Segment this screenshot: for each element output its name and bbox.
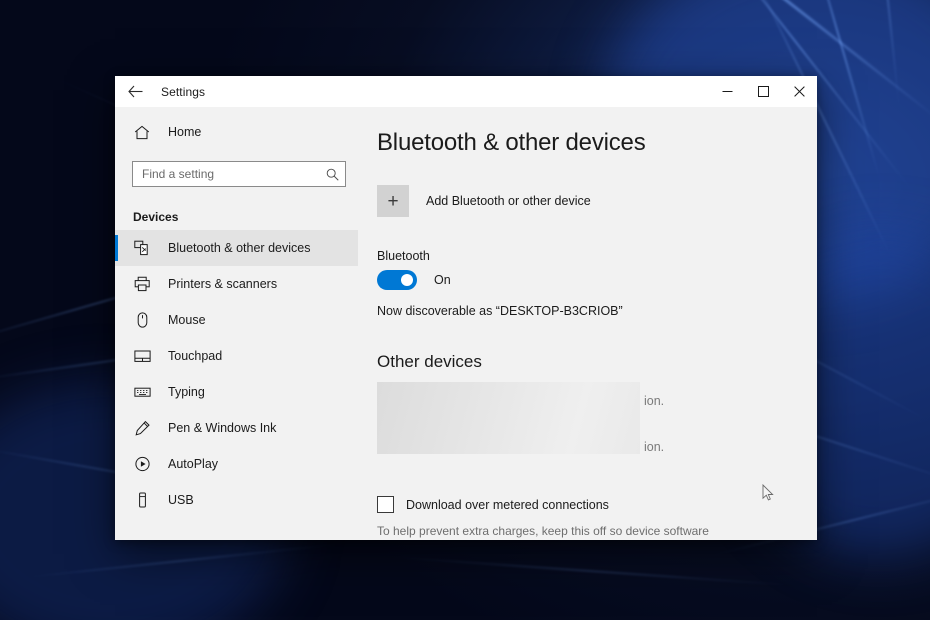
search-box[interactable] — [132, 161, 346, 187]
window-titlebar: Settings — [115, 76, 817, 107]
keyboard-icon — [133, 383, 151, 401]
sidebar: Home Devices — [115, 107, 358, 540]
sidebar-item-label: Bluetooth & other devices — [168, 241, 311, 255]
minimize-button[interactable] — [709, 76, 745, 107]
home-icon — [133, 123, 151, 141]
minimize-icon — [722, 91, 732, 92]
sidebar-item-bluetooth-other-devices[interactable]: Bluetooth & other devices — [115, 230, 358, 266]
autoplay-icon — [133, 455, 151, 473]
bluetooth-toggle-row: On — [377, 270, 817, 290]
toggle-knob — [401, 274, 413, 286]
other-devices-heading: Other devices — [377, 352, 482, 371]
home-label: Home — [168, 125, 202, 139]
maximize-button[interactable] — [745, 76, 781, 107]
bluetooth-devices-icon — [133, 239, 151, 257]
sidebar-item-label: USB — [168, 493, 194, 507]
search-input[interactable] — [142, 167, 326, 181]
device-text-fragment: ion. — [644, 394, 665, 408]
mouse-icon — [133, 311, 151, 329]
sidebar-item-mouse[interactable]: Mouse — [115, 302, 358, 338]
bluetooth-toggle-state: On — [434, 273, 451, 287]
metered-help-text: To help prevent extra charges, keep this… — [377, 524, 709, 538]
metered-checkbox-row[interactable]: Download over metered connections — [377, 496, 817, 513]
sidebar-item-usb[interactable]: USB — [115, 482, 358, 518]
redaction-overlay — [377, 382, 640, 454]
other-devices-list: ion. ion. — [377, 382, 817, 468]
bluetooth-group-label: Bluetooth — [377, 249, 430, 263]
device-text-fragment: ion. — [644, 440, 665, 454]
search-icon — [326, 168, 339, 181]
settings-window: Settings Home Find a setting Devices Blu… — [115, 76, 817, 540]
maximize-icon — [757, 86, 769, 97]
discoverable-text: Now discoverable as “DESKTOP-B3CRIOB” — [377, 304, 623, 318]
sidebar-item-label: AutoPlay — [168, 457, 219, 471]
pen-icon — [133, 419, 151, 437]
sidebar-section-title: Devices — [133, 210, 179, 224]
usb-icon — [133, 491, 151, 509]
sidebar-item-typing[interactable]: Typing — [115, 374, 358, 410]
sidebar-item-label: Typing — [168, 385, 205, 399]
sidebar-item-touchpad[interactable]: Touchpad — [115, 338, 358, 374]
metered-checkbox[interactable] — [377, 496, 394, 513]
touchpad-icon — [133, 347, 151, 365]
sidebar-item-pen-windows-ink[interactable]: Pen & Windows Ink — [115, 410, 358, 446]
bluetooth-toggle[interactable] — [377, 270, 417, 290]
sidebar-item-printers-scanners[interactable]: Printers & scanners — [115, 266, 358, 302]
content-pane: Bluetooth & other devices + Add Bluetoot… — [358, 107, 817, 540]
close-button[interactable] — [781, 76, 817, 107]
add-device-label: Add Bluetooth or other device — [426, 194, 591, 208]
back-arrow-icon — [127, 85, 142, 98]
sidebar-item-label: Pen & Windows Ink — [168, 421, 277, 435]
back-button[interactable] — [115, 76, 155, 107]
sidebar-item-home[interactable]: Home — [115, 117, 358, 147]
add-device-button[interactable]: + Add Bluetooth or other device — [377, 185, 817, 217]
sidebar-item-label: Touchpad — [168, 349, 223, 363]
metered-checkbox-label: Download over metered connections — [406, 497, 609, 512]
sidebar-item-label: Mouse — [168, 313, 206, 327]
close-icon — [793, 86, 805, 97]
plus-icon: + — [377, 185, 409, 217]
page-title: Bluetooth & other devices — [377, 129, 646, 156]
window-title: Settings — [161, 84, 206, 99]
printer-icon — [133, 275, 151, 293]
desktop: Settings Home Find a setting Devices Blu… — [0, 0, 930, 620]
sidebar-item-autoplay[interactable]: AutoPlay — [115, 446, 358, 482]
sidebar-item-label: Printers & scanners — [168, 277, 278, 291]
window-controls — [709, 76, 817, 107]
